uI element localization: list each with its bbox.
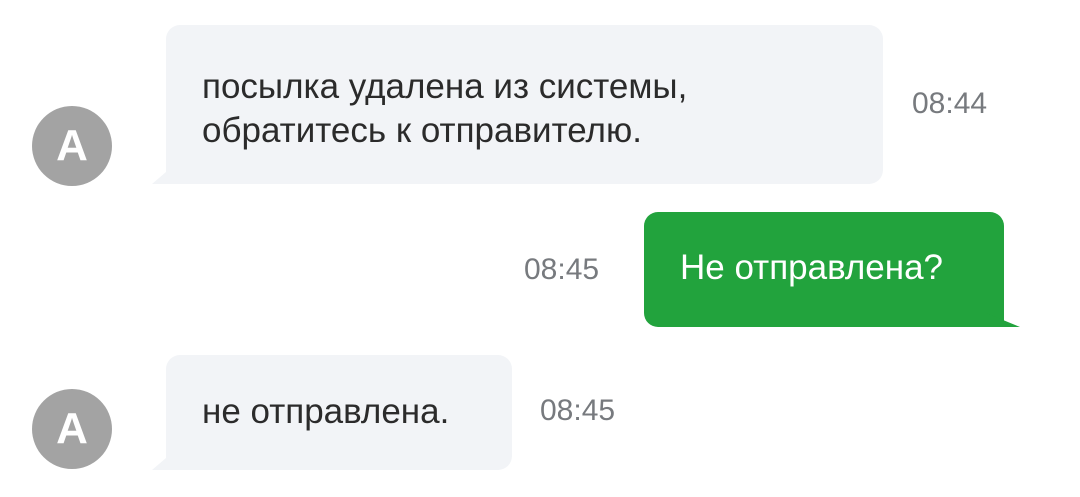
message-time: 08:44 bbox=[912, 87, 988, 120]
bubble-tail bbox=[152, 458, 166, 470]
message-time: 08:45 bbox=[524, 253, 600, 286]
bubble-tail bbox=[986, 313, 1020, 327]
chat-history: A посылка удалена из системы, обратитесь… bbox=[0, 0, 1080, 497]
message-text: не отправлена. bbox=[202, 392, 450, 431]
bubble-tail bbox=[152, 172, 166, 184]
message-time: 08:45 bbox=[540, 394, 616, 427]
outgoing-message-bubble[interactable]: Не отправлена? bbox=[644, 212, 1004, 327]
sender-avatar[interactable]: A bbox=[32, 106, 112, 186]
incoming-message-bubble[interactable]: не отправлена. bbox=[166, 355, 512, 470]
avatar-letter: A bbox=[56, 121, 88, 170]
message-text: Не отправлена? bbox=[680, 248, 944, 287]
avatar-letter: A bbox=[56, 404, 88, 453]
message-text: посылка удалена из системы, обратитесь к… bbox=[202, 67, 688, 150]
incoming-message-bubble[interactable]: посылка удалена из системы, обратитесь к… bbox=[166, 25, 883, 184]
sender-avatar[interactable]: A bbox=[32, 389, 112, 469]
